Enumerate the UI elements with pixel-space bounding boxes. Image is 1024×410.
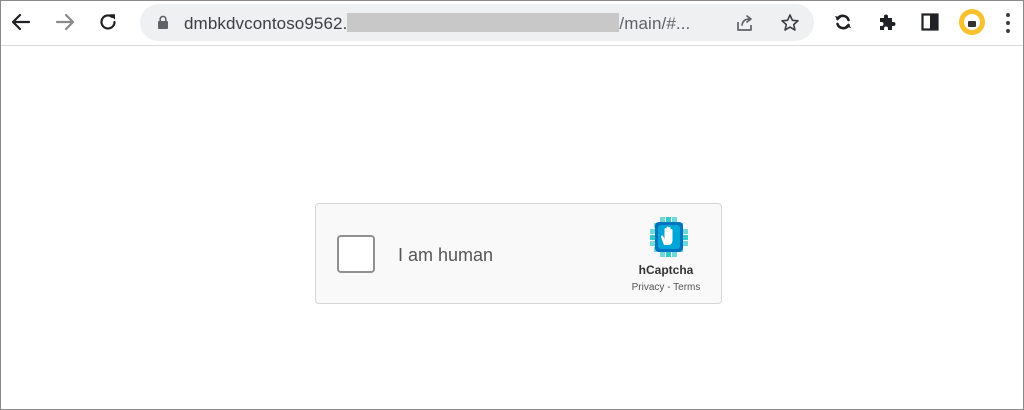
back-button[interactable] bbox=[6, 7, 36, 37]
hcaptcha-widget: I am human hCaptcha Privacy - Terms bbox=[315, 203, 722, 304]
privacy-link[interactable]: Privacy bbox=[632, 282, 665, 293]
share-icon[interactable] bbox=[734, 12, 756, 34]
terms-link[interactable]: Terms bbox=[673, 282, 700, 293]
puzzle-extensions-icon bbox=[880, 14, 896, 30]
extensions-button[interactable] bbox=[872, 7, 902, 37]
side-panel-icon bbox=[921, 13, 939, 31]
reload-button[interactable] bbox=[93, 7, 123, 37]
arrow-right-icon bbox=[55, 13, 75, 31]
lock-icon[interactable] bbox=[157, 15, 169, 35]
address-bar[interactable]: dmbkdvcontoso9562. /main/#... bbox=[140, 4, 814, 41]
star-icon[interactable] bbox=[779, 12, 801, 34]
url-path: /main/#... bbox=[619, 14, 691, 33]
profile-avatar-icon[interactable] bbox=[959, 9, 985, 35]
hcaptcha-brand: hCaptcha bbox=[638, 263, 694, 277]
url-host: dmbkdvcontoso9562. bbox=[184, 14, 348, 33]
captcha-label: I am human bbox=[398, 245, 494, 265]
sync-icon bbox=[835, 14, 851, 30]
url-text[interactable]: dmbkdvcontoso9562. /main/#... bbox=[184, 13, 690, 34]
sync-button[interactable] bbox=[828, 7, 858, 37]
arrow-left-icon bbox=[11, 13, 31, 31]
hcaptcha-hand-logo[interactable] bbox=[650, 217, 688, 262]
hcaptcha-links: Privacy - Terms bbox=[616, 282, 716, 293]
url-redaction bbox=[347, 13, 620, 32]
forward-button[interactable] bbox=[50, 7, 80, 37]
reload-icon bbox=[100, 14, 116, 30]
kebab-menu-icon[interactable] bbox=[1005, 13, 1011, 33]
browser-window: dmbkdvcontoso9562. /main/#... I am human … bbox=[0, 0, 1024, 410]
link-separator: - bbox=[664, 282, 674, 293]
human-checkbox[interactable] bbox=[337, 235, 375, 273]
browser-toolbar: dmbkdvcontoso9562. /main/#... bbox=[1, 1, 1023, 46]
side-panel-button[interactable] bbox=[915, 7, 945, 37]
